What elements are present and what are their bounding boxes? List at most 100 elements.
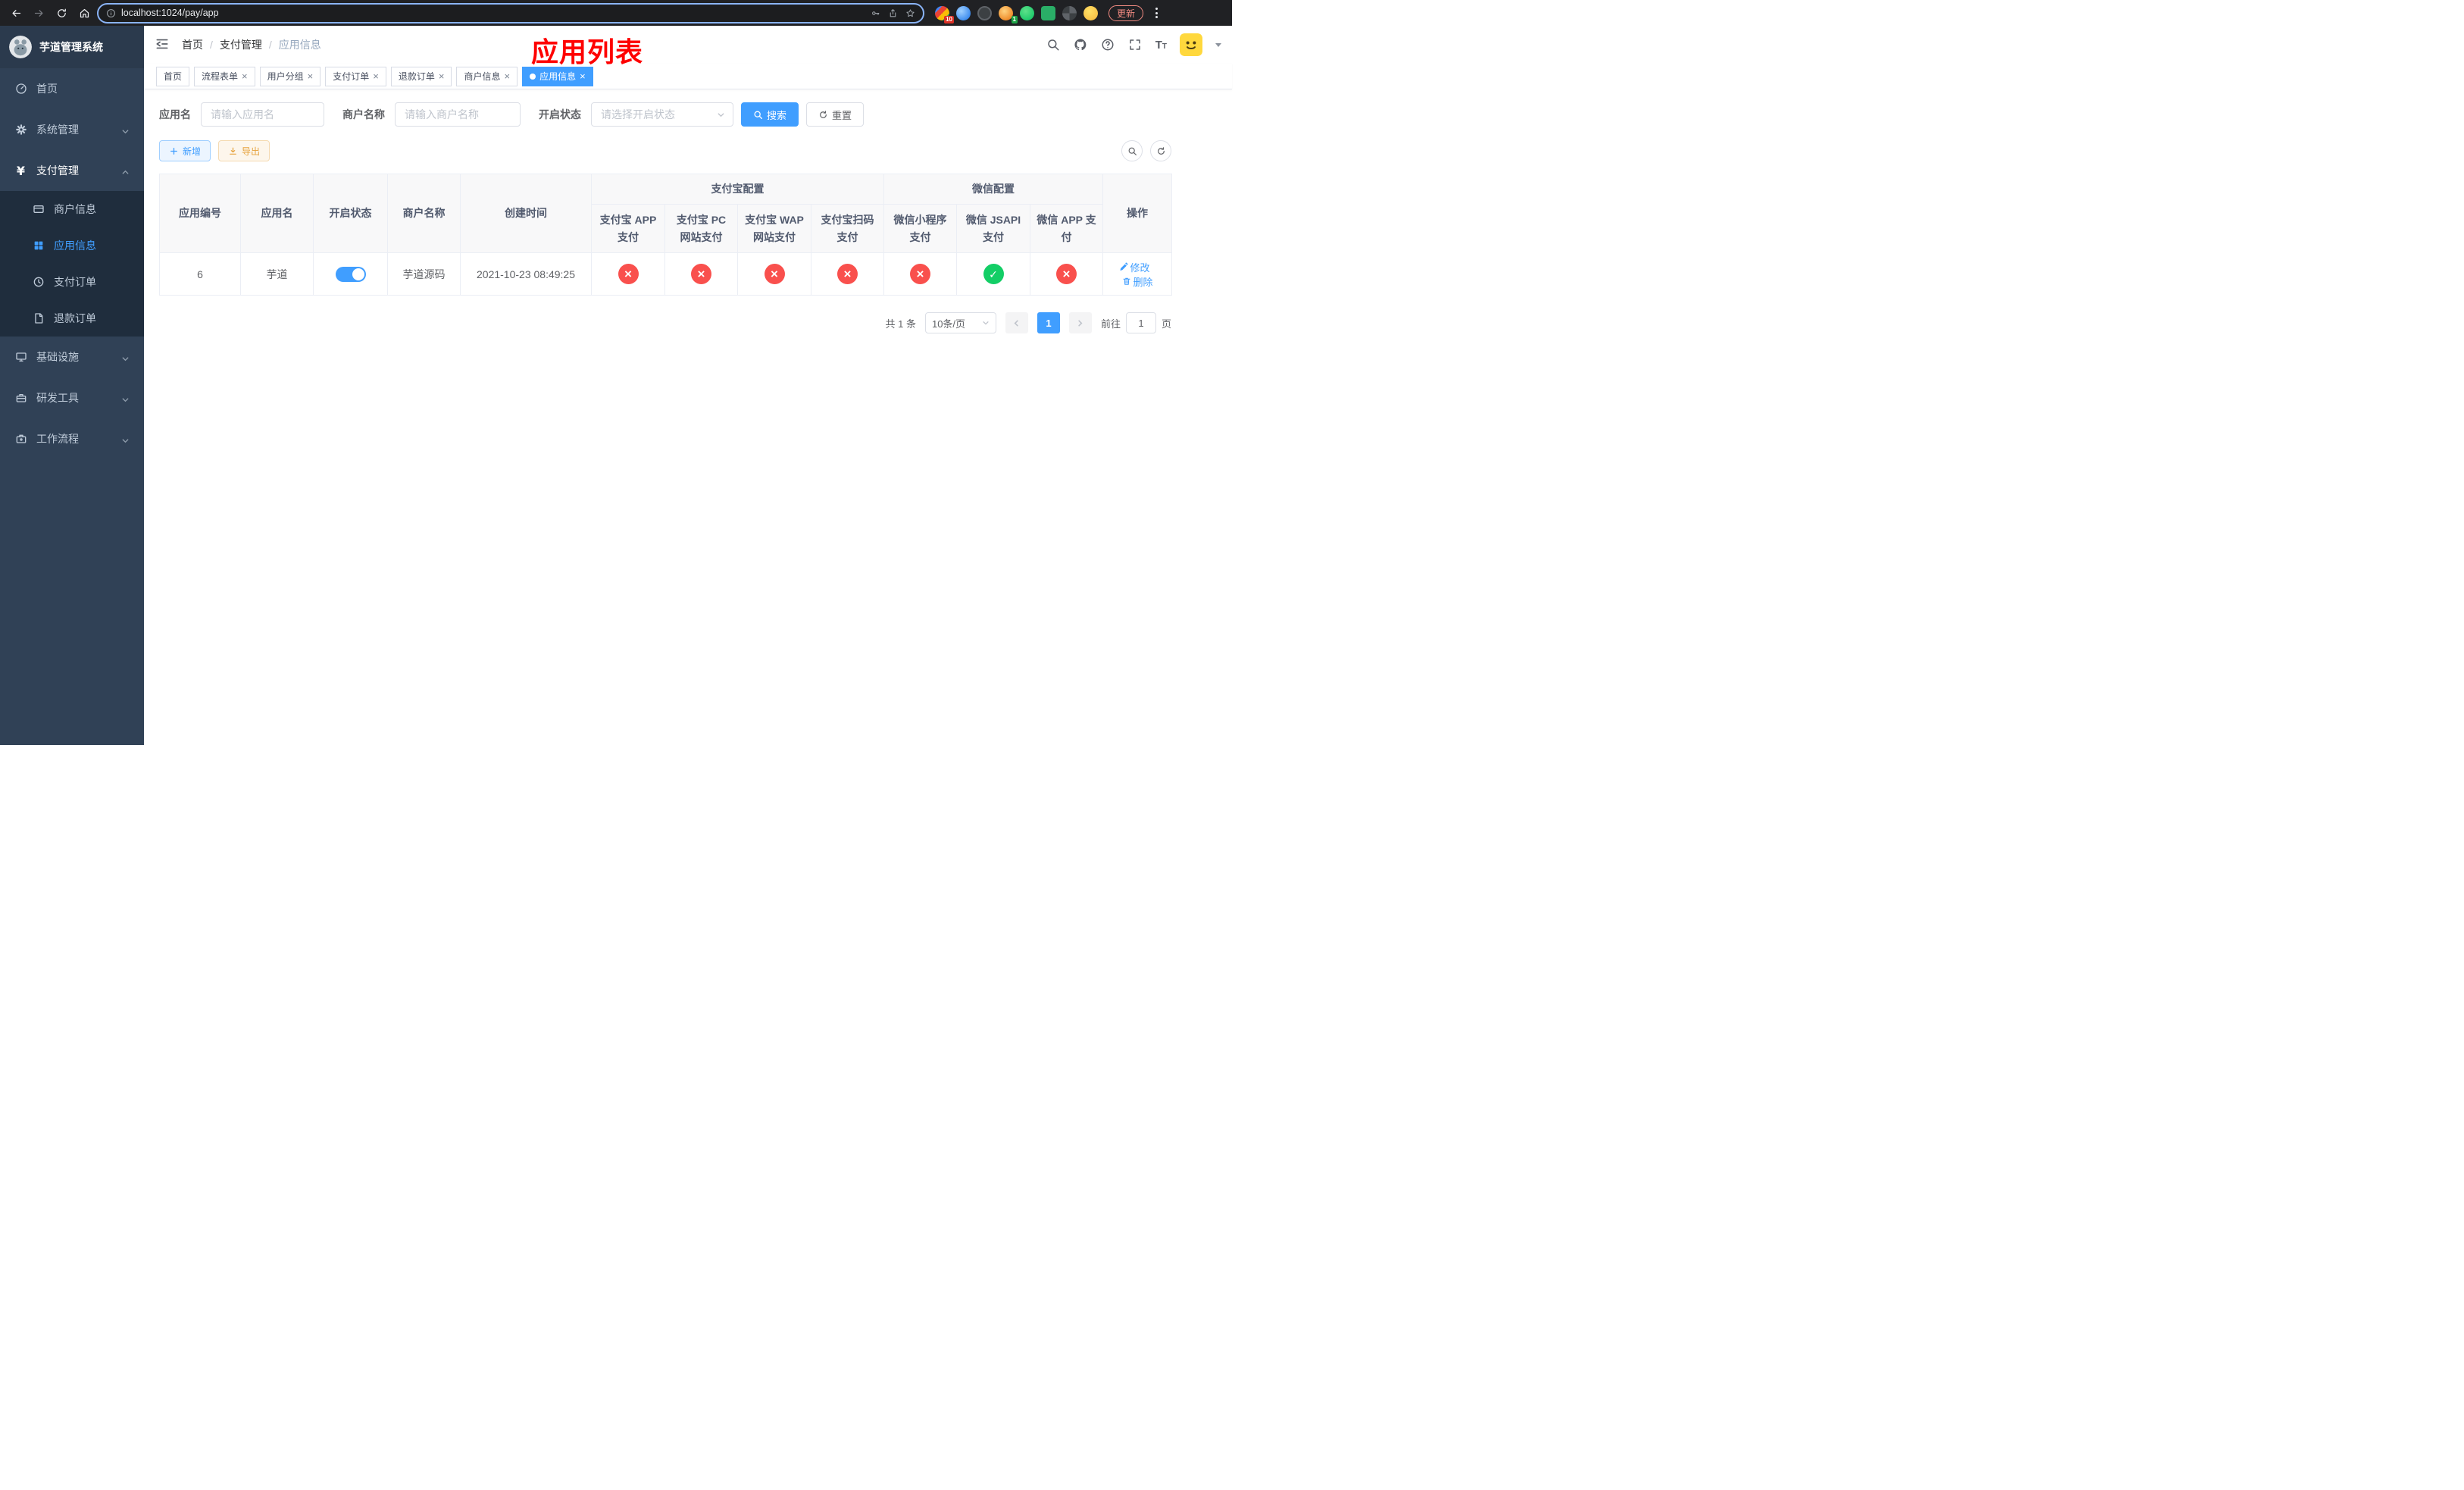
chevron-down-icon (121, 126, 130, 134)
search-icon[interactable] (1046, 38, 1061, 52)
close-icon[interactable]: × (308, 71, 314, 81)
reset-button[interactable]: 重置 (806, 102, 865, 127)
export-button[interactable]: 导出 (218, 140, 270, 161)
breadcrumb-home[interactable]: 首页 (182, 37, 203, 52)
add-button-label: 新增 (183, 146, 202, 157)
tab-merchant-info[interactable]: 商户信息 × (456, 66, 518, 86)
status-select[interactable]: 请选择开启状态 (591, 102, 733, 127)
sidebar-logo: 芋道管理系统 (0, 26, 144, 68)
active-dot (530, 73, 536, 80)
show-search-button[interactable] (1121, 140, 1143, 161)
cell-actions: 修改 删除 (1102, 252, 1173, 296)
browser-back-button[interactable] (6, 3, 26, 23)
payment-submenu: 商户信息 应用信息 支付订单 退款订单 (0, 191, 144, 337)
page-size-select[interactable]: 10条/页 (924, 312, 996, 333)
delete-link[interactable]: 删除 (1122, 274, 1153, 289)
prev-page-button[interactable] (1005, 312, 1028, 333)
extension-badge: 1 (1011, 15, 1018, 23)
github-icon[interactable] (1074, 38, 1088, 52)
chevron-right-icon (1078, 319, 1083, 327)
close-icon[interactable]: × (373, 71, 379, 81)
tab-user-group[interactable]: 用户分组 × (259, 66, 321, 86)
extension-icon[interactable] (1020, 5, 1034, 20)
extension-icon[interactable] (1083, 5, 1098, 20)
fullscreen-icon[interactable] (1128, 38, 1143, 52)
goto-page-input[interactable] (1125, 312, 1156, 333)
sidebar-item-payment[interactable]: ¥ 支付管理 (0, 150, 144, 191)
table-toolbar: 新增 导出 (159, 140, 1171, 161)
cell-alipay-qr (811, 252, 884, 296)
address-bar[interactable]: localhost:1024/pay/app (97, 2, 924, 23)
close-icon[interactable]: × (439, 71, 445, 81)
sidebar-item-pay-order[interactable]: 支付订单 (0, 264, 144, 300)
tab-flow-form[interactable]: 流程表单 × (194, 66, 255, 86)
extension-icon[interactable] (977, 5, 992, 20)
chevron-down-icon (121, 394, 130, 402)
bookmark-star-icon[interactable] (905, 8, 915, 18)
share-icon[interactable] (888, 8, 898, 18)
browser-forward-button[interactable] (29, 3, 48, 23)
logo-avatar (9, 36, 32, 58)
sidebar-item-label: 应用信息 (54, 239, 96, 252)
help-icon[interactable] (1101, 38, 1115, 52)
tab-label: 商户信息 (464, 71, 501, 82)
forward-icon (34, 9, 42, 17)
extension-icon[interactable] (1041, 5, 1055, 20)
fold-menu-icon (156, 39, 168, 49)
sidebar-item-app-info[interactable]: 应用信息 (0, 227, 144, 264)
password-key-icon[interactable] (871, 8, 880, 18)
cell-wx-jsapi (956, 252, 1030, 296)
extension-icon[interactable] (956, 5, 971, 20)
app-frame: 芋道管理系统 首页 系统管理 ¥ 支付管理 商户信息 应用信息 支付订单 退款订… (0, 26, 1232, 745)
sidebar-item-dev-tools[interactable]: 研发工具 (0, 377, 144, 418)
extension-icon[interactable]: 10 (935, 5, 954, 23)
avatar[interactable] (1180, 33, 1202, 56)
page-number-button[interactable]: 1 (1037, 312, 1060, 333)
edit-link[interactable]: 修改 (1119, 260, 1150, 274)
tab-pay-order[interactable]: 支付订单 × (325, 66, 386, 86)
sidebar-item-label: 支付管理 (36, 164, 79, 177)
close-icon[interactable]: × (242, 71, 248, 81)
sidebar-item-workflow[interactable]: 工作流程 (0, 418, 144, 459)
status-fail-icon (1056, 264, 1077, 284)
extension-icon[interactable]: 1 (999, 5, 1018, 23)
font-size-icon[interactable]: TT (1155, 39, 1167, 51)
browser-home-button[interactable] (74, 3, 94, 23)
close-icon[interactable]: × (580, 71, 586, 81)
sidebar-item-system[interactable]: 系统管理 (0, 109, 144, 150)
tab-home[interactable]: 首页 (156, 66, 190, 86)
extension-icon[interactable] (1062, 5, 1077, 20)
grid-icon (32, 239, 45, 252)
merchant-name-input[interactable] (395, 102, 521, 127)
column-header-alipay-app: 支付宝 APP 支付 (591, 204, 665, 253)
cell-alipay-pc (664, 252, 738, 296)
add-button[interactable]: 新增 (159, 140, 211, 161)
search-form: 应用名 商户名称 开启状态 请选择开启状态 (159, 102, 1171, 127)
sidebar-item-merchant-info[interactable]: 商户信息 (0, 191, 144, 227)
refresh-table-button[interactable] (1150, 140, 1171, 161)
browser-update-button[interactable]: 更新 (1108, 5, 1144, 21)
status-toggle[interactable] (335, 266, 366, 282)
sidebar-item-infra[interactable]: 基础设施 (0, 337, 144, 377)
breadcrumb-payment[interactable]: 支付管理 (220, 37, 262, 52)
sidebar-collapse-button[interactable] (155, 36, 171, 53)
tags-view-bar: 首页 流程表单 × 用户分组 × 支付订单 × 退款订单 × 商户信息 × 应用… (144, 64, 1232, 89)
close-icon[interactable]: × (504, 71, 510, 81)
sidebar-item-label: 工作流程 (36, 433, 79, 445)
update-label: 更新 (1117, 8, 1136, 19)
column-header-created: 创建时间 (460, 174, 592, 253)
table-row: 6 芋道 芋道源码 2021-10-23 08:49:25 × × × × × … (159, 252, 1173, 296)
search-button[interactable]: 搜索 (741, 102, 799, 127)
page-content: 应用名 商户名称 开启状态 请选择开启状态 (144, 89, 1232, 745)
browser-reload-button[interactable] (52, 3, 71, 23)
sidebar-item-refund-order[interactable]: 退款订单 (0, 300, 144, 337)
app-name-input[interactable] (201, 102, 324, 127)
monitor-icon (14, 351, 27, 364)
browser-menu-button[interactable] (1149, 3, 1163, 23)
tab-refund-order[interactable]: 退款订单 × (390, 66, 452, 86)
group-header-wechat: 微信配置 (883, 174, 1104, 205)
sidebar-item-home[interactable]: 首页 (0, 68, 144, 109)
gear-icon (14, 124, 27, 136)
next-page-button[interactable] (1068, 312, 1092, 333)
user-menu-caret-icon[interactable] (1215, 42, 1221, 47)
